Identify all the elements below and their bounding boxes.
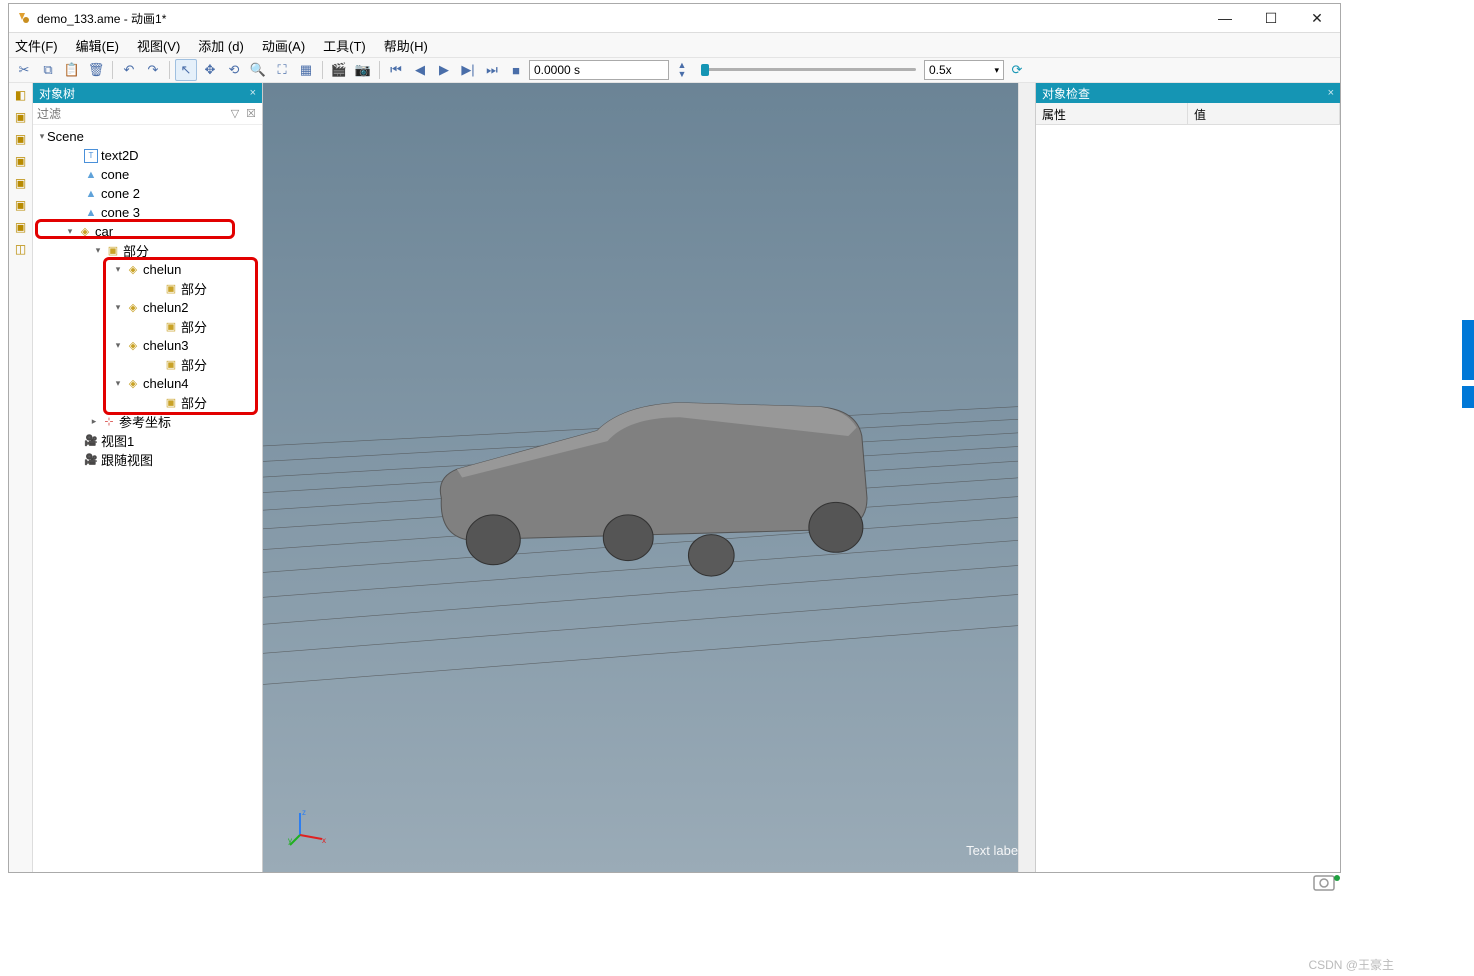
toolbar: ✂ ⧉ 📋 🗑 ↶ ↷ ↖ ✥ ⟲ 🔍 ⛶ ▦ 🎬 📷 ⏮ ◀ ▶ ▶| ⏭ ■… xyxy=(9,57,1340,83)
rail-box2-icon[interactable]: ▣ xyxy=(11,129,31,149)
tree-follow: 跟随视图 xyxy=(101,450,153,469)
rail-box1-icon[interactable]: ▣ xyxy=(11,107,31,127)
tree-view1: 视图1 xyxy=(101,431,134,450)
tree-chelun2: chelun2 xyxy=(143,300,189,315)
pointer-icon[interactable]: ↖ xyxy=(175,59,197,81)
menu-file[interactable]: 文件(F) xyxy=(15,36,58,55)
col-value[interactable]: 值 xyxy=(1188,103,1340,124)
paste-icon[interactable]: 📋 xyxy=(61,59,83,81)
window-title: demo_133.ame - 动画1* xyxy=(37,10,1202,27)
skip-back-icon[interactable]: ⏮ xyxy=(385,59,407,81)
time-field[interactable]: 0.0000 s xyxy=(529,60,669,80)
rail-box5-icon[interactable]: ▣ xyxy=(11,195,31,215)
rail-cube-icon[interactable]: ◧ xyxy=(11,85,31,105)
tree-chelun2-bufen: 部分 xyxy=(181,317,207,336)
inspector-panel: 对象检查× 属性 值 xyxy=(1035,83,1340,872)
time-stepper-icon[interactable]: ▲▼ xyxy=(671,59,693,81)
svg-text:x: x xyxy=(322,836,326,845)
col-attribute[interactable]: 属性 xyxy=(1036,103,1188,124)
tree-cone2: cone 2 xyxy=(101,186,140,201)
step-fwd-icon[interactable]: ▶| xyxy=(457,59,479,81)
svg-text:y: y xyxy=(288,836,292,845)
scene-3d xyxy=(263,83,1035,872)
menubar: 文件(F) 编辑(E) 视图(V) 添加 (d) 动画(A) 工具(T) 帮助(… xyxy=(9,33,1340,57)
tree-ref: 参考坐标 xyxy=(119,412,171,431)
tree-scene: Scene xyxy=(47,129,84,144)
tree-close-icon[interactable]: × xyxy=(250,87,256,99)
tree-chelun4-bufen: 部分 xyxy=(181,393,207,412)
time-slider[interactable] xyxy=(701,63,916,77)
filter-funnel-icon[interactable]: ▽ xyxy=(228,107,242,121)
filter-row: ▽ ☒ xyxy=(33,103,262,125)
tree-chelun: chelun xyxy=(143,262,181,277)
rail-box6-icon[interactable]: ▣ xyxy=(11,217,31,237)
axis-gizmo: z x y xyxy=(288,807,328,847)
menu-add[interactable]: 添加 (d) xyxy=(198,36,244,55)
viewport[interactable]: z x y Text label xyxy=(263,83,1035,872)
menu-edit[interactable]: 编辑(E) xyxy=(76,36,119,55)
cut-icon[interactable]: ✂ xyxy=(13,59,35,81)
inspector-close-icon[interactable]: × xyxy=(1328,87,1334,99)
maximize-button[interactable]: ☐ xyxy=(1248,4,1294,32)
fit-icon[interactable]: ⛶ xyxy=(271,59,293,81)
tree-chelun4: chelun4 xyxy=(143,376,189,391)
right-edge-tab[interactable] xyxy=(1462,320,1474,380)
speed-field[interactable]: 0.5x▾ xyxy=(924,60,1004,80)
menu-anim[interactable]: 动画(A) xyxy=(262,36,305,55)
rail-box4-icon[interactable]: ▣ xyxy=(11,173,31,193)
car-body xyxy=(440,403,867,576)
filter-clear-icon[interactable]: ☒ xyxy=(244,107,258,121)
play-icon[interactable]: ▶ xyxy=(433,59,455,81)
step-back-icon[interactable]: ◀ xyxy=(409,59,431,81)
copy-icon[interactable]: ⧉ xyxy=(37,59,59,81)
close-button[interactable]: ✕ xyxy=(1294,4,1340,32)
tree-chelun3: chelun3 xyxy=(143,338,189,353)
tree-chelun-bufen: 部分 xyxy=(181,279,207,298)
zoom-icon[interactable]: 🔍 xyxy=(247,59,269,81)
object-tree[interactable]: ▾Scene Ttext2D ▲cone ▲cone 2 ▲cone 3 ▾◈c… xyxy=(33,125,262,872)
tree-cone: cone xyxy=(101,167,129,182)
app-icon xyxy=(15,10,31,26)
tree-panel: 对象树× ▽ ☒ ▾Scene Ttext2D ▲cone ▲cone 2 ▲c… xyxy=(33,83,263,872)
menu-tool[interactable]: 工具(T) xyxy=(323,36,366,55)
tree-text2d: text2D xyxy=(101,148,139,163)
filter-input[interactable] xyxy=(37,107,226,121)
rotate-icon[interactable]: ⟲ xyxy=(223,59,245,81)
menu-view[interactable]: 视图(V) xyxy=(137,36,180,55)
inspector-columns: 属性 值 xyxy=(1036,103,1340,125)
loop-icon[interactable]: ⟳ xyxy=(1006,59,1028,81)
pan-icon[interactable]: ✥ xyxy=(199,59,221,81)
svg-text:z: z xyxy=(302,808,306,817)
left-rail: ◧ ▣ ▣ ▣ ▣ ▣ ▣ ◫ xyxy=(9,83,33,872)
watermark: CSDN @王豪主 xyxy=(1308,956,1394,973)
tree-car-bufen: 部分 xyxy=(123,241,149,260)
rail-box7-icon[interactable]: ◫ xyxy=(11,239,31,259)
tree-car: car xyxy=(95,224,113,239)
viewport-text-label: Text label xyxy=(966,843,1021,858)
record-icon[interactable]: 🎬 xyxy=(328,59,350,81)
tree-cone3: cone 3 xyxy=(101,205,140,220)
delete-icon[interactable]: 🗑 xyxy=(85,59,107,81)
window-controls: — ☐ ✕ xyxy=(1202,4,1340,32)
stop-icon[interactable]: ■ xyxy=(505,59,527,81)
menu-help[interactable]: 帮助(H) xyxy=(384,36,428,55)
redo-icon[interactable]: ↷ xyxy=(142,59,164,81)
minimize-button[interactable]: — xyxy=(1202,4,1248,32)
view-icon[interactable]: ▦ xyxy=(295,59,317,81)
app-window: demo_133.ame - 动画1* — ☐ ✕ 文件(F) 编辑(E) 视图… xyxy=(8,3,1341,873)
rail-box3-icon[interactable]: ▣ xyxy=(11,151,31,171)
right-edge-tab-2[interactable] xyxy=(1462,386,1474,408)
titlebar: demo_133.ame - 动画1* — ☐ ✕ xyxy=(9,4,1340,33)
inspector-header: 对象检查× xyxy=(1036,83,1340,103)
skip-fwd-icon[interactable]: ⏭ xyxy=(481,59,503,81)
camera2-icon[interactable]: 📷 xyxy=(352,59,374,81)
undo-icon[interactable]: ↶ xyxy=(118,59,140,81)
tree-chelun3-bufen: 部分 xyxy=(181,355,207,374)
tree-header: 对象树× xyxy=(33,83,262,103)
viewport-scrollbar[interactable] xyxy=(1018,83,1035,872)
tray-camera-icon[interactable] xyxy=(1312,870,1342,894)
